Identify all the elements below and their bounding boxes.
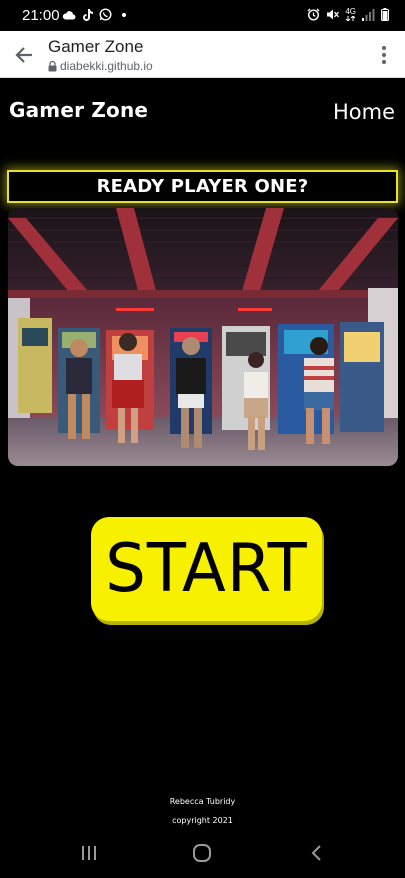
nav-home-link[interactable]: Home bbox=[333, 100, 395, 124]
lock-icon bbox=[48, 60, 57, 71]
footer-author: Rebecca Tubridy bbox=[169, 797, 236, 806]
back-button[interactable] bbox=[10, 41, 38, 69]
arcade-hero-image bbox=[8, 208, 398, 466]
4g-signal-icon: 4G bbox=[345, 8, 356, 21]
status-bar: 21:00 4G bbox=[0, 0, 405, 31]
browser-toolbar: Gamer Zone diabekki.github.io bbox=[0, 31, 405, 78]
recent-apps-button[interactable] bbox=[77, 842, 101, 864]
ready-player-banner: READY PLAYER ONE? bbox=[7, 170, 398, 203]
mute-icon bbox=[326, 8, 340, 21]
cloud-icon bbox=[62, 10, 76, 20]
site-logo[interactable]: Gamer Zone bbox=[9, 98, 148, 122]
banner-text: READY PLAYER ONE? bbox=[96, 176, 309, 197]
page-content: Gamer Zone Home READY PLAYER ONE? START … bbox=[0, 79, 405, 827]
footer-copyright: copyright 2021 bbox=[172, 816, 233, 825]
status-left-icons bbox=[62, 8, 126, 21]
signal-bars-icon bbox=[362, 8, 375, 21]
arcade-photo-illustration bbox=[8, 208, 398, 466]
system-back-button[interactable] bbox=[304, 842, 328, 864]
browser-url: diabekki.github.io bbox=[48, 59, 153, 73]
battery-icon bbox=[381, 8, 389, 21]
status-time: 21:00 bbox=[22, 7, 60, 24]
whatsapp-icon bbox=[99, 8, 112, 21]
more-options-button[interactable] bbox=[377, 43, 391, 67]
arrow-left-icon bbox=[15, 47, 32, 63]
status-right-icons: 4G bbox=[307, 8, 389, 21]
url-text: diabekki.github.io bbox=[60, 59, 153, 73]
tiktok-icon bbox=[82, 8, 93, 21]
more-vert-icon bbox=[382, 46, 386, 50]
alarm-icon bbox=[307, 8, 320, 21]
chevron-left-icon bbox=[311, 845, 321, 861]
system-navigation-bar bbox=[0, 827, 405, 878]
browser-page-title: Gamer Zone bbox=[48, 37, 144, 56]
start-button-label: START bbox=[105, 530, 308, 608]
home-button[interactable] bbox=[190, 842, 214, 864]
home-circle-icon bbox=[193, 844, 211, 862]
start-button[interactable]: START bbox=[91, 517, 322, 621]
site-header: Gamer Zone Home bbox=[0, 79, 405, 143]
notification-dot-icon bbox=[122, 12, 126, 17]
recents-icon bbox=[82, 846, 96, 860]
